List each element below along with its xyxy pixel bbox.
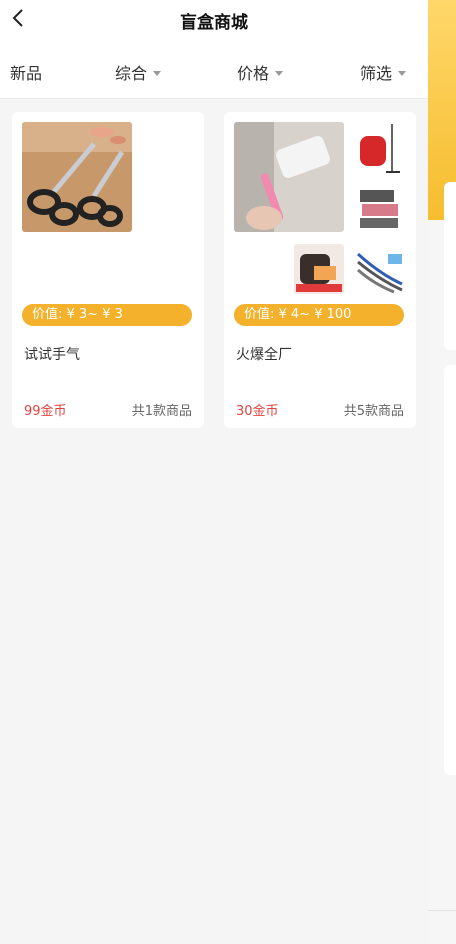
garment-steamer-image	[354, 122, 406, 180]
filter-screen[interactable]: 筛选	[360, 60, 407, 84]
filter-bar: 新品 综合 价格 筛选	[0, 44, 428, 99]
filter-comprehensive[interactable]: 综合	[115, 60, 162, 84]
filter-label: 综合	[115, 64, 148, 83]
product-card[interactable]: 价值: ¥ 4~ ¥ 100 火爆全厂 30金币 共5款商品	[224, 112, 416, 428]
product-image-area	[234, 122, 406, 300]
product-card[interactable]: 价值: ¥ 3~ ¥ 3 试试手气 99金币 共1款商品	[12, 112, 204, 428]
product-name: 试试手气	[24, 347, 80, 363]
product-count: 共5款商品	[343, 404, 404, 419]
price-range-badge: 价值: ¥ 4~ ¥ 100	[234, 304, 404, 326]
product-coins: 30金币	[236, 404, 279, 419]
storage-box-image	[354, 184, 406, 234]
background-page-strip	[428, 0, 456, 944]
filter-label: 筛选	[360, 64, 393, 83]
product-coins: 99金币	[24, 404, 67, 419]
product-count: 共1款商品	[131, 404, 192, 419]
background-card	[444, 365, 456, 775]
charging-cable-image	[354, 244, 406, 294]
filter-new[interactable]: 新品	[10, 60, 42, 84]
price-range-badge: 价值: ¥ 3~ ¥ 3	[22, 304, 192, 326]
filter-label: 价格	[237, 64, 270, 83]
app-header: 盲盒商城	[0, 0, 428, 44]
product-name: 火爆全厂	[236, 347, 292, 363]
scissors-image	[22, 122, 132, 232]
caret-down-icon	[398, 70, 407, 76]
lint-roller-image	[234, 122, 344, 232]
filter-label: 新品	[10, 64, 43, 83]
air-fryer-image	[294, 244, 344, 294]
caret-down-icon	[275, 70, 284, 76]
background-divider	[428, 910, 456, 911]
caret-down-icon	[153, 70, 162, 76]
page-title: 盲盒商城	[180, 13, 248, 33]
background-card	[444, 182, 456, 350]
blind-box-store-page: 盲盒商城 新品 综合 价格 筛选 价值: ¥ 3~ ¥ 3 试试手气 99金币 …	[0, 0, 428, 944]
filter-price[interactable]: 价格	[237, 60, 284, 84]
product-image-area	[22, 122, 194, 300]
